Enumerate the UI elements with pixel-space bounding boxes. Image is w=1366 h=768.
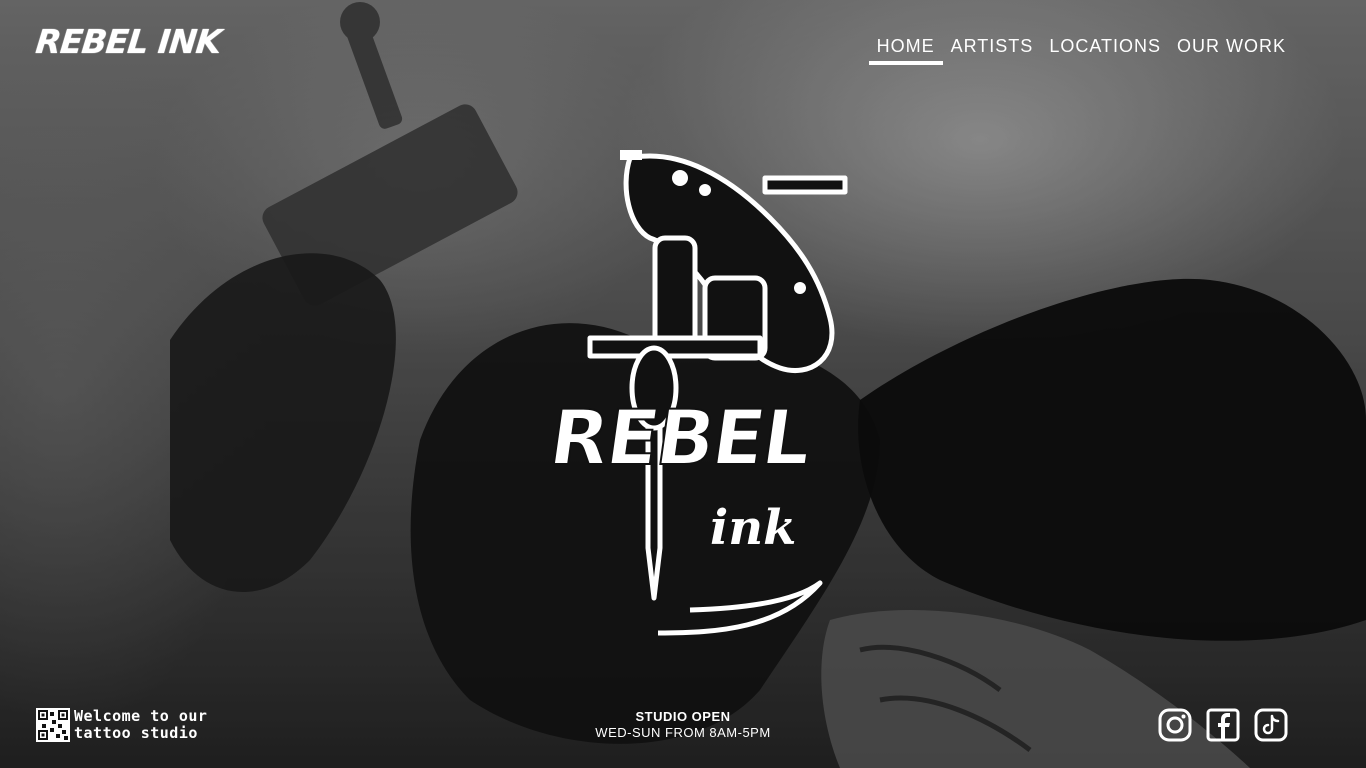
nav-item-home[interactable]: HOME <box>868 34 943 65</box>
facebook-icon[interactable] <box>1206 708 1240 742</box>
hero-logo: REBEL ink <box>480 128 880 638</box>
nav-item-our-work[interactable]: OUR WORK <box>1171 34 1292 63</box>
nav-item-locations[interactable]: LOCATIONS <box>1043 34 1167 63</box>
nav-item-artists[interactable]: ARTISTS <box>945 34 1040 63</box>
social-links <box>1158 708 1288 742</box>
instagram-icon[interactable] <box>1158 708 1192 742</box>
logo-subtitle: ink <box>710 500 797 556</box>
main-nav: HOME ARTISTS LOCATIONS OUR WORK <box>867 34 1292 65</box>
brand-logo[interactable]: REBEL INK <box>34 22 223 61</box>
tiktok-icon[interactable] <box>1254 708 1288 742</box>
tattoo-machine-icon <box>587 150 848 636</box>
logo-title: REBEL <box>543 392 816 483</box>
